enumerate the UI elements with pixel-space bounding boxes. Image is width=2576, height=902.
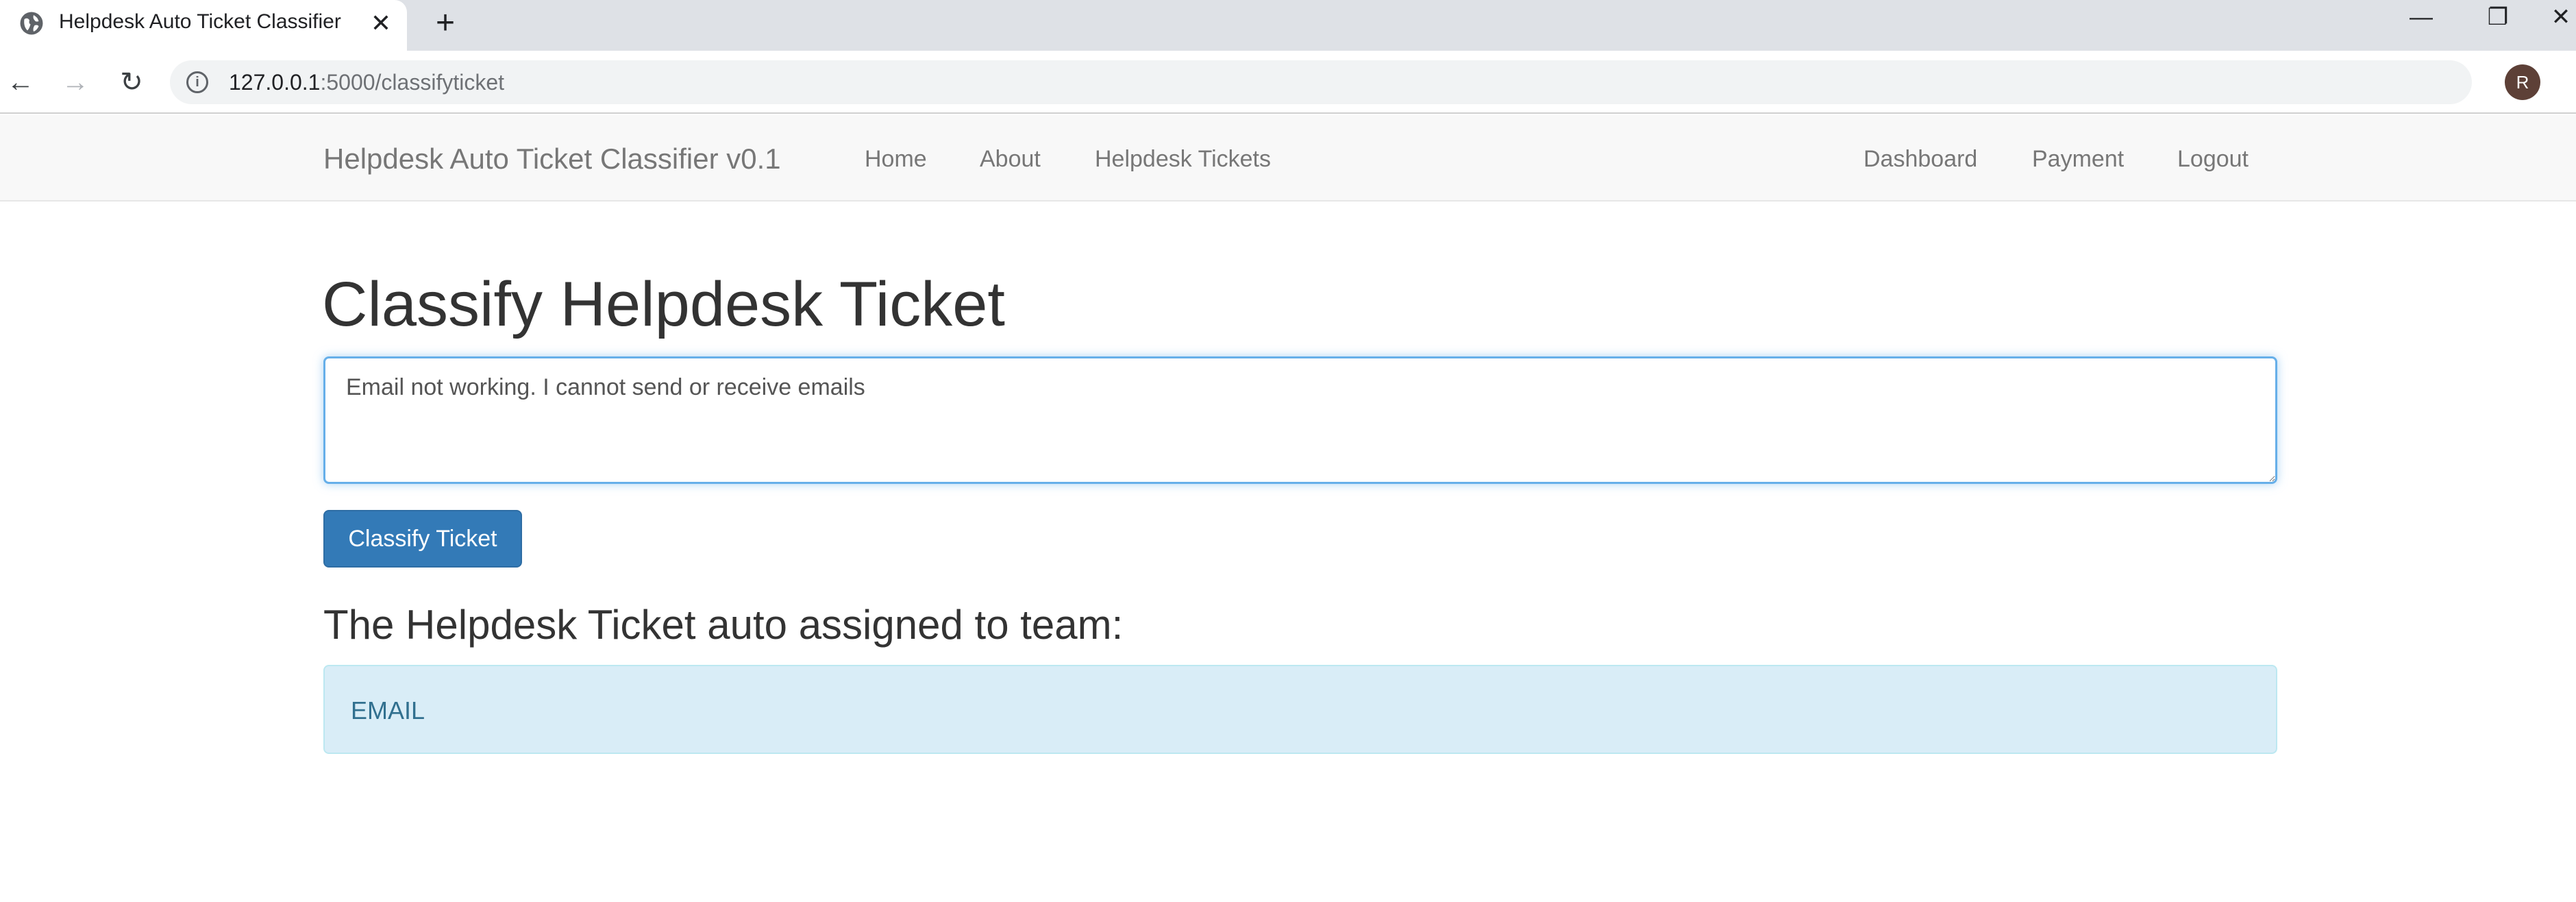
url-host: 127.0.0.1 [229,70,321,95]
nav-link-helpdesk-tickets[interactable]: Helpdesk Tickets [1095,145,1271,173]
page-title: Classify Helpdesk Ticket [322,269,1005,339]
assigned-team-value: EMAIL [351,696,425,724]
ticket-text-input[interactable]: Email not working. I cannot send or rece… [323,356,2277,484]
nav-link-about[interactable]: About [980,145,1041,173]
restore-icon[interactable]: ❐ [2464,0,2532,36]
arrow-left-icon[interactable]: ← [3,64,38,100]
nav-link-logout[interactable]: Logout [2177,145,2249,173]
info-icon[interactable]: i [186,71,208,93]
tab-title: Helpdesk Auto Ticket Classifier [59,10,341,33]
profile-avatar[interactable]: R [2505,64,2540,100]
result-heading: The Helpdesk Ticket auto assigned to tea… [323,602,1124,648]
nav-link-payment[interactable]: Payment [2032,145,2124,173]
classify-ticket-button[interactable]: Classify Ticket [323,510,522,568]
url-path: :5000/classifyticket [320,70,505,95]
address-bar[interactable]: i 127.0.0.1:5000/classifyticket ☆ [170,60,2472,104]
navbar: Helpdesk Auto Ticket Classifier v0.1 Hom… [0,115,2576,202]
window-close-icon[interactable]: ✕ [2540,0,2576,36]
globe-icon [20,12,43,35]
navbar-brand[interactable]: Helpdesk Auto Ticket Classifier v0.1 [323,143,781,175]
nav-link-home[interactable]: Home [865,145,927,173]
close-tab-icon[interactable]: ✕ [367,10,395,37]
minimize-icon[interactable]: — [2387,0,2455,36]
new-tab-button[interactable]: + [430,7,460,40]
browser-tab-strip: Helpdesk Auto Ticket Classifier ✕ + — ❐ … [0,0,2576,51]
browser-toolbar: ← → ↻ i 127.0.0.1:5000/classifyticket ☆ … [0,51,2576,114]
nav-link-dashboard[interactable]: Dashboard [1863,145,1977,173]
arrow-right-icon[interactable]: → [58,64,93,100]
url-text[interactable]: 127.0.0.1:5000/classifyticket [229,69,504,96]
reload-icon[interactable]: ↻ [114,64,149,100]
result-alert: EMAIL [323,665,2277,754]
browser-tab[interactable]: Helpdesk Auto Ticket Classifier ✕ [0,0,407,51]
